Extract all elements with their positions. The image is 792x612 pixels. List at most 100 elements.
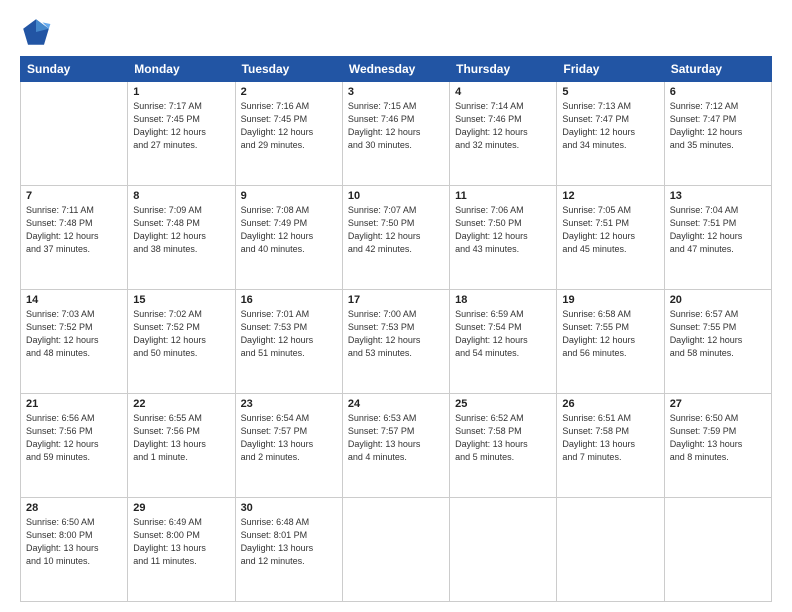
day-cell: 27Sunrise: 6:50 AMSunset: 7:59 PMDayligh… bbox=[664, 394, 771, 498]
day-number: 4 bbox=[455, 86, 551, 98]
col-friday: Friday bbox=[557, 57, 664, 82]
day-info: Sunrise: 6:59 AMSunset: 7:54 PMDaylight:… bbox=[455, 308, 551, 360]
day-info: Sunrise: 6:49 AMSunset: 8:00 PMDaylight:… bbox=[133, 516, 229, 568]
day-cell: 6Sunrise: 7:12 AMSunset: 7:47 PMDaylight… bbox=[664, 82, 771, 186]
day-cell bbox=[664, 498, 771, 602]
day-number: 16 bbox=[241, 294, 337, 306]
day-info: Sunrise: 7:03 AMSunset: 7:52 PMDaylight:… bbox=[26, 308, 122, 360]
day-number: 24 bbox=[348, 398, 444, 410]
col-monday: Monday bbox=[128, 57, 235, 82]
day-info: Sunrise: 7:05 AMSunset: 7:51 PMDaylight:… bbox=[562, 204, 658, 256]
day-cell: 24 Sunrise: 6:53 AMSunset: 7:57 PMDayligh… bbox=[342, 394, 449, 498]
day-info: Sunrise: 6:57 AMSunset: 7:55 PMDaylight:… bbox=[670, 308, 766, 360]
day-cell: 22 Sunrise: 6:55 AMSunset: 7:56 PMDayligh… bbox=[128, 394, 235, 498]
day-number: 20 bbox=[670, 294, 766, 306]
day-number: 26 bbox=[562, 398, 658, 410]
page: Sunday Monday Tuesday Wednesday Thursday… bbox=[0, 0, 792, 612]
day-cell: 1 Sunrise: 7:17 AMSunset: 7:45 PMDaylight… bbox=[128, 82, 235, 186]
day-info: Sunrise: 6:53 AMSunset: 7:57 PMDaylight:… bbox=[348, 412, 444, 464]
day-number: 15 bbox=[133, 294, 229, 306]
day-number: 10 bbox=[348, 190, 444, 202]
day-cell: 30 Sunrise: 6:48 AMSunset: 8:01 PMDayligh… bbox=[235, 498, 342, 602]
day-info: Sunrise: 7:08 AMSunset: 7:49 PMDaylight:… bbox=[241, 204, 337, 256]
day-cell: 5 Sunrise: 7:13 AMSunset: 7:47 PMDaylight… bbox=[557, 82, 664, 186]
day-number: 29 bbox=[133, 502, 229, 514]
day-number: 9 bbox=[241, 190, 337, 202]
day-info: Sunrise: 6:51 AMSunset: 7:58 PMDaylight:… bbox=[562, 412, 658, 464]
day-number: 30 bbox=[241, 502, 337, 514]
day-cell: 7 Sunrise: 7:11 AMSunset: 7:48 PMDaylight… bbox=[21, 186, 128, 290]
day-cell: 26 Sunrise: 6:51 AMSunset: 7:58 PMDayligh… bbox=[557, 394, 664, 498]
day-info: Sunrise: 7:02 AMSunset: 7:52 PMDaylight:… bbox=[133, 308, 229, 360]
col-tuesday: Tuesday bbox=[235, 57, 342, 82]
day-cell: 23 Sunrise: 6:54 AMSunset: 7:57 PMDayligh… bbox=[235, 394, 342, 498]
week-row-2: 7 Sunrise: 7:11 AMSunset: 7:48 PMDaylight… bbox=[21, 186, 772, 290]
col-sunday: Sunday bbox=[21, 57, 128, 82]
day-cell bbox=[557, 498, 664, 602]
day-number: 14 bbox=[26, 294, 122, 306]
day-number: 25 bbox=[455, 398, 551, 410]
day-cell: 21 Sunrise: 6:56 AMSunset: 7:56 PMDayligh… bbox=[21, 394, 128, 498]
week-row-3: 14 Sunrise: 7:03 AMSunset: 7:52 PMDayligh… bbox=[21, 290, 772, 394]
day-number: 11 bbox=[455, 190, 551, 202]
day-info: Sunrise: 6:56 AMSunset: 7:56 PMDaylight:… bbox=[26, 412, 122, 464]
day-info: Sunrise: 6:55 AMSunset: 7:56 PMDaylight:… bbox=[133, 412, 229, 464]
week-row-4: 21 Sunrise: 6:56 AMSunset: 7:56 PMDayligh… bbox=[21, 394, 772, 498]
day-cell bbox=[21, 82, 128, 186]
day-cell: 11 Sunrise: 7:06 AMSunset: 7:50 PMDayligh… bbox=[450, 186, 557, 290]
day-info: Sunrise: 7:00 AMSunset: 7:53 PMDaylight:… bbox=[348, 308, 444, 360]
day-info: Sunrise: 7:01 AMSunset: 7:53 PMDaylight:… bbox=[241, 308, 337, 360]
day-cell: 25 Sunrise: 6:52 AMSunset: 7:58 PMDayligh… bbox=[450, 394, 557, 498]
week-row-5: 28Sunrise: 6:50 AMSunset: 8:00 PMDayligh… bbox=[21, 498, 772, 602]
day-info: Sunrise: 7:17 AMSunset: 7:45 PMDaylight:… bbox=[133, 100, 229, 152]
col-wednesday: Wednesday bbox=[342, 57, 449, 82]
day-number: 8 bbox=[133, 190, 229, 202]
header-row: Sunday Monday Tuesday Wednesday Thursday… bbox=[21, 57, 772, 82]
day-cell: 8 Sunrise: 7:09 AMSunset: 7:48 PMDaylight… bbox=[128, 186, 235, 290]
day-info: Sunrise: 7:16 AMSunset: 7:45 PMDaylight:… bbox=[241, 100, 337, 152]
day-number: 18 bbox=[455, 294, 551, 306]
day-info: Sunrise: 7:14 AMSunset: 7:46 PMDaylight:… bbox=[455, 100, 551, 152]
week-row-1: 1 Sunrise: 7:17 AMSunset: 7:45 PMDaylight… bbox=[21, 82, 772, 186]
day-cell: 28Sunrise: 6:50 AMSunset: 8:00 PMDayligh… bbox=[21, 498, 128, 602]
day-info: Sunrise: 7:12 AMSunset: 7:47 PMDaylight:… bbox=[670, 100, 766, 152]
day-info: Sunrise: 7:13 AMSunset: 7:47 PMDaylight:… bbox=[562, 100, 658, 152]
day-number: 19 bbox=[562, 294, 658, 306]
col-thursday: Thursday bbox=[450, 57, 557, 82]
day-cell bbox=[450, 498, 557, 602]
day-cell: 2 Sunrise: 7:16 AMSunset: 7:45 PMDaylight… bbox=[235, 82, 342, 186]
logo bbox=[20, 16, 56, 48]
day-info: Sunrise: 6:54 AMSunset: 7:57 PMDaylight:… bbox=[241, 412, 337, 464]
day-info: Sunrise: 7:11 AMSunset: 7:48 PMDaylight:… bbox=[26, 204, 122, 256]
day-cell: 18 Sunrise: 6:59 AMSunset: 7:54 PMDayligh… bbox=[450, 290, 557, 394]
day-cell: 15 Sunrise: 7:02 AMSunset: 7:52 PMDayligh… bbox=[128, 290, 235, 394]
day-number: 3 bbox=[348, 86, 444, 98]
day-number: 5 bbox=[562, 86, 658, 98]
day-number: 2 bbox=[241, 86, 337, 98]
day-number: 1 bbox=[133, 86, 229, 98]
day-info: Sunrise: 7:09 AMSunset: 7:48 PMDaylight:… bbox=[133, 204, 229, 256]
day-cell bbox=[342, 498, 449, 602]
day-info: Sunrise: 6:48 AMSunset: 8:01 PMDaylight:… bbox=[241, 516, 337, 568]
col-saturday: Saturday bbox=[664, 57, 771, 82]
day-info: Sunrise: 6:50 AMSunset: 8:00 PMDaylight:… bbox=[26, 516, 122, 568]
day-number: 13 bbox=[670, 190, 766, 202]
day-number: 23 bbox=[241, 398, 337, 410]
day-info: Sunrise: 7:04 AMSunset: 7:51 PMDaylight:… bbox=[670, 204, 766, 256]
day-cell: 14 Sunrise: 7:03 AMSunset: 7:52 PMDayligh… bbox=[21, 290, 128, 394]
day-number: 12 bbox=[562, 190, 658, 202]
day-info: Sunrise: 6:52 AMSunset: 7:58 PMDaylight:… bbox=[455, 412, 551, 464]
day-cell: 19 Sunrise: 6:58 AMSunset: 7:55 PMDayligh… bbox=[557, 290, 664, 394]
day-cell: 9 Sunrise: 7:08 AMSunset: 7:49 PMDaylight… bbox=[235, 186, 342, 290]
logo-icon bbox=[20, 16, 52, 48]
day-cell: 3Sunrise: 7:15 AMSunset: 7:46 PMDaylight… bbox=[342, 82, 449, 186]
day-cell: 20 Sunrise: 6:57 AMSunset: 7:55 PMDayligh… bbox=[664, 290, 771, 394]
day-number: 21 bbox=[26, 398, 122, 410]
day-info: Sunrise: 7:06 AMSunset: 7:50 PMDaylight:… bbox=[455, 204, 551, 256]
day-info: Sunrise: 6:58 AMSunset: 7:55 PMDaylight:… bbox=[562, 308, 658, 360]
day-cell: 13 Sunrise: 7:04 AMSunset: 7:51 PMDayligh… bbox=[664, 186, 771, 290]
day-info: Sunrise: 6:50 AMSunset: 7:59 PMDaylight:… bbox=[670, 412, 766, 464]
day-number: 22 bbox=[133, 398, 229, 410]
day-number: 7 bbox=[26, 190, 122, 202]
day-cell: 17Sunrise: 7:00 AMSunset: 7:53 PMDayligh… bbox=[342, 290, 449, 394]
